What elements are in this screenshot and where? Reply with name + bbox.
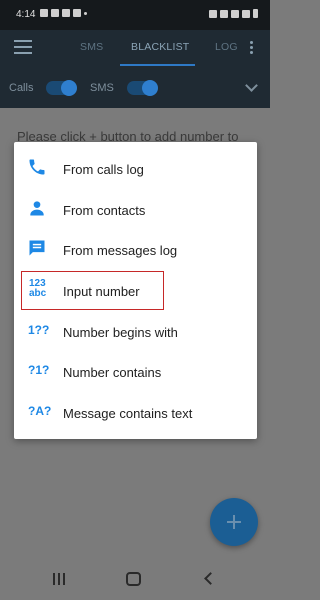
add-number-dialog: From calls log From contacts From messag… <box>14 142 257 439</box>
contains-icon: ?1? <box>28 363 50 377</box>
chevron-down-icon[interactable] <box>245 79 258 92</box>
message-text-icon: ?A? <box>28 404 52 418</box>
option-from-calls-log[interactable]: From calls log <box>14 149 257 189</box>
tab-sms[interactable]: SMS <box>80 41 103 53</box>
status-time: 4:14 <box>16 9 36 20</box>
alarm-icon <box>209 9 217 18</box>
option-label: Number contains <box>63 365 162 380</box>
app-bar: SMS BLACKLIST LOG <box>0 30 270 70</box>
option-label: Number begins with <box>63 325 178 340</box>
data-saver-icon <box>51 9 59 17</box>
option-label: From calls log <box>63 162 144 177</box>
begins-with-icon: 1?? <box>28 323 50 337</box>
system-nav-bar <box>0 558 270 600</box>
status-bar: 4:14 <box>0 0 270 30</box>
option-number-begins-with[interactable]: 1?? Number begins with <box>14 312 257 352</box>
system-status-icons <box>209 9 258 18</box>
more-options-icon[interactable] <box>250 41 253 56</box>
more-notifications-dot-icon <box>84 11 87 15</box>
back-icon[interactable] <box>204 572 217 585</box>
tiktok-icon <box>73 9 81 17</box>
home-icon[interactable] <box>126 572 141 586</box>
wifi-icon <box>231 9 239 18</box>
phone-icon <box>27 157 49 179</box>
option-message-contains-text[interactable]: ?A? Message contains text <box>14 393 257 433</box>
menu-icon[interactable] <box>14 40 32 54</box>
recents-icon[interactable] <box>53 573 65 585</box>
option-from-messages-log[interactable]: From messages log <box>14 230 257 270</box>
battery-icon <box>253 9 258 18</box>
calls-label: Calls <box>9 82 34 94</box>
tab-blacklist[interactable]: BLACKLIST <box>131 41 189 53</box>
sms-label: SMS <box>90 82 114 94</box>
notification-icons <box>40 9 87 17</box>
selection-highlight <box>21 271 164 310</box>
messenger-icon <box>62 9 70 17</box>
filter-bar: Calls SMS <box>0 70 270 108</box>
tab-indicator <box>120 64 195 66</box>
signal-icon <box>242 9 250 18</box>
option-number-contains[interactable]: ?1? Number contains <box>14 352 257 392</box>
message-icon <box>27 238 49 260</box>
add-fab-button[interactable] <box>210 498 258 546</box>
option-label: Message contains text <box>63 406 193 421</box>
person-icon <box>27 198 49 220</box>
mute-icon <box>220 9 228 18</box>
option-label: From contacts <box>63 203 146 218</box>
calls-toggle[interactable] <box>46 80 77 96</box>
gallery-icon <box>40 9 48 17</box>
sms-toggle[interactable] <box>127 80 158 96</box>
option-from-contacts[interactable]: From contacts <box>14 190 257 230</box>
tab-log[interactable]: LOG <box>215 41 238 53</box>
option-label: From messages log <box>63 243 178 258</box>
